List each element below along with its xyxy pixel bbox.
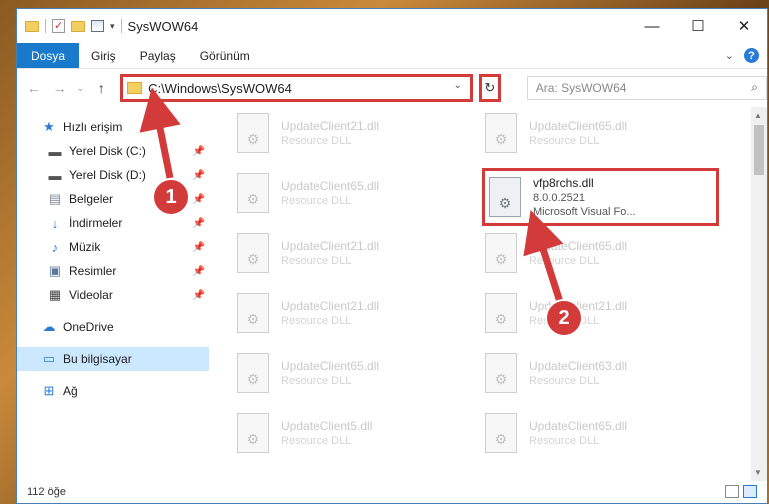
arrow-to-dll-file [523,209,564,304]
annotation-arrows [139,87,564,304]
step-2-badge: 2 [545,299,583,337]
step-1-badge: 1 [152,178,190,216]
arrow-to-address-bar [139,87,181,179]
